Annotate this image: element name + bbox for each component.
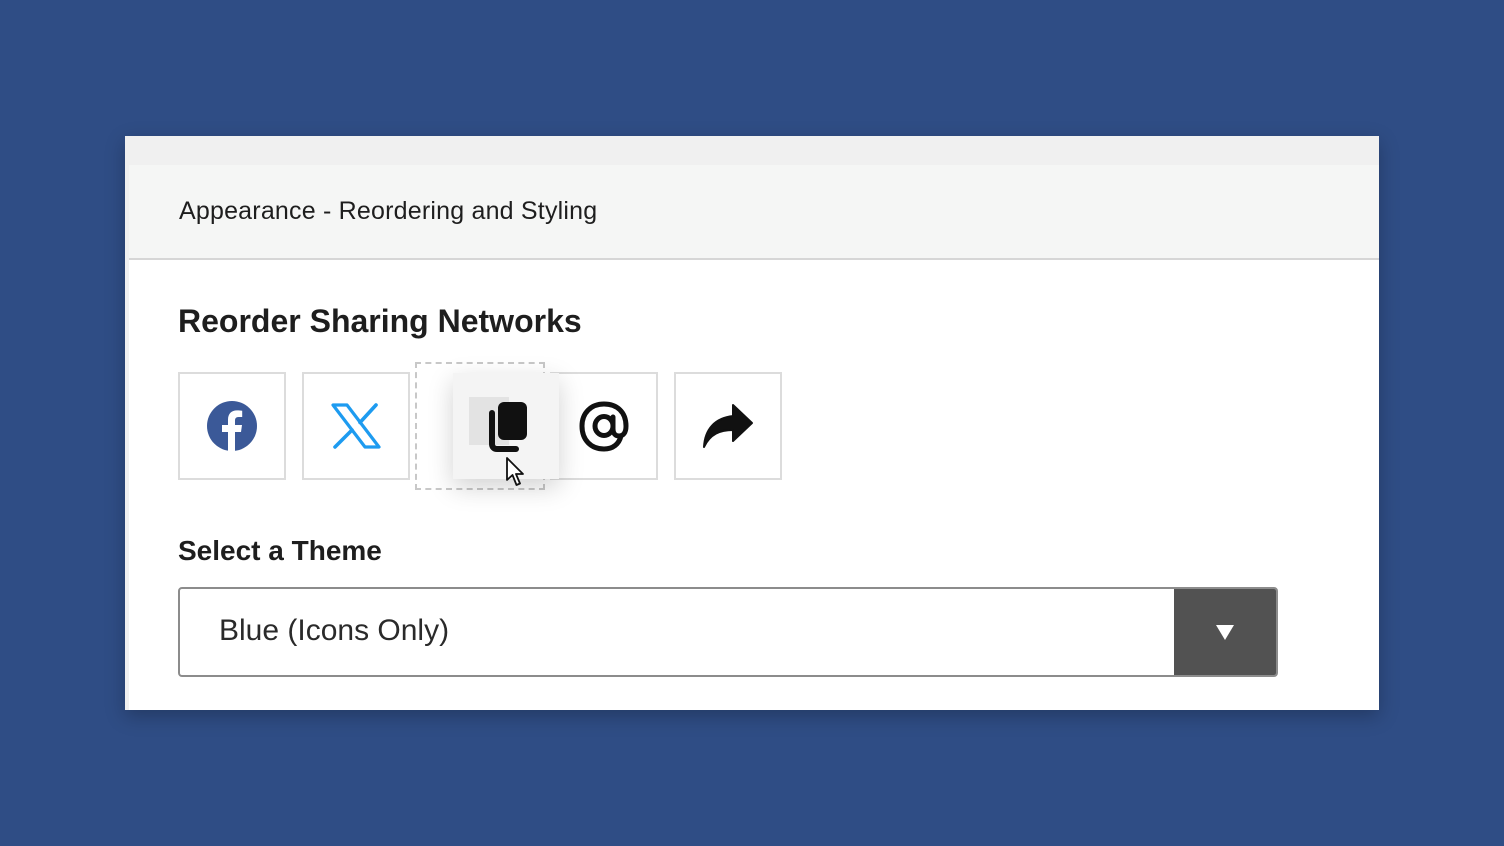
panel-top-strip (125, 136, 1379, 165)
mouse-pointer-icon (506, 457, 524, 486)
threads-icon (579, 401, 629, 452)
network-tile-facebook[interactable] (178, 372, 286, 480)
theme-select[interactable]: Blue (Icons Only) (178, 587, 1278, 677)
settings-panel: Appearance - Reordering and Styling Reor… (125, 136, 1379, 710)
triangle-down-icon (1216, 624, 1234, 640)
reorder-networks-heading: Reorder Sharing Networks (178, 303, 582, 339)
share-arrow-icon (703, 404, 753, 448)
copy-icon (489, 402, 527, 452)
panel-header: Appearance - Reordering and Styling (129, 165, 1379, 260)
network-tile-x[interactable] (302, 372, 410, 480)
theme-select-value: Blue (Icons Only) (219, 614, 450, 647)
network-tile-threads[interactable] (550, 372, 658, 480)
x-logo-icon (331, 403, 381, 449)
theme-select-label: Select a Theme (178, 535, 382, 566)
panel-header-title: Appearance - Reordering and Styling (179, 197, 598, 225)
network-tile-share[interactable] (674, 372, 782, 480)
theme-select-toggle[interactable] (1174, 589, 1276, 675)
facebook-icon (207, 401, 257, 452)
